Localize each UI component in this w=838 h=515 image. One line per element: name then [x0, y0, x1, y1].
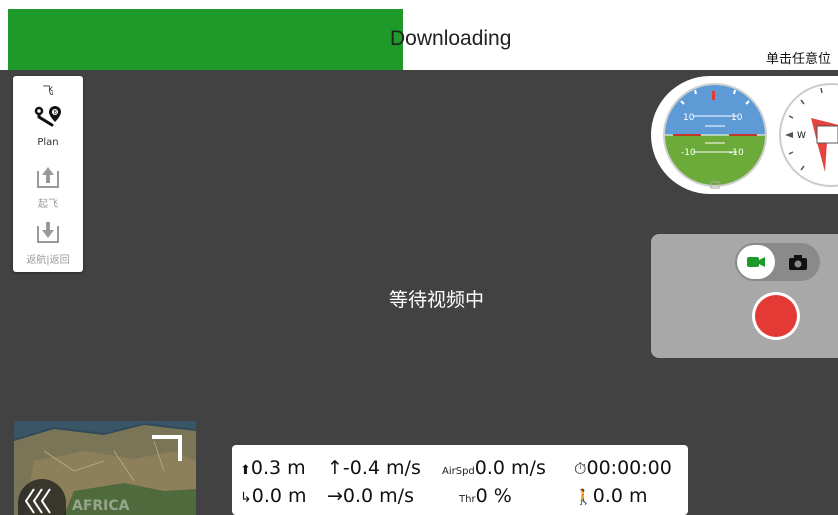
home-path-icon: ↳ — [240, 490, 252, 506]
photo-camera-icon — [789, 255, 807, 270]
vertical-speed-arrow-icon: ↑ — [327, 457, 343, 479]
video-camera-icon — [747, 257, 765, 267]
throttle-readout: Thr0 % — [459, 485, 512, 507]
attitude-label-up-right: 10 — [731, 113, 743, 123]
map-collapse-button[interactable] — [18, 479, 66, 515]
throttle-label: Thr — [459, 494, 476, 505]
mini-map[interactable]: AFRICA — [14, 421, 196, 515]
compass-west-label: W — [797, 131, 806, 141]
download-bar: Downloading 单击任意位 — [0, 0, 838, 70]
altitude-readout: ⬆0.3 m — [240, 457, 306, 479]
telemetry-panel[interactable]: ⬆0.3 m ↑-0.4 m/s AirSpd0.0 m/s ⏱00:00:00… — [232, 445, 688, 515]
return-home-icon — [37, 222, 59, 243]
video-status: 等待视频中 — [389, 289, 485, 311]
plan-label: Plan — [37, 137, 59, 148]
vertical-speed-readout: ↑-0.4 m/s — [327, 457, 421, 479]
airspeed-label: AirSpd — [442, 466, 475, 477]
download-status: Downloading — [390, 27, 512, 50]
walking-person-icon: 🚶 — [574, 488, 593, 506]
ground-speed-arrow-icon: → — [327, 485, 343, 507]
stopwatch-icon: ⏱ — [574, 459, 587, 478]
plan-route-icon: B — [34, 106, 61, 127]
takeoff-label: 起飞 — [38, 199, 58, 210]
home-distance-readout: ↳0.0 m — [240, 485, 307, 507]
record-button[interactable] — [755, 295, 797, 337]
toolbar-fly-glyph[interactable]: 飞 — [13, 82, 83, 98]
attitude-label-down-right: -10 — [729, 148, 744, 158]
hint-text: 单击任意位 — [766, 52, 832, 67]
map-region-label: AFRICA — [72, 498, 130, 514]
video-mode-option[interactable] — [737, 245, 775, 279]
download-progress-fill — [8, 9, 403, 70]
attitude-label-up-left: 10 — [683, 113, 695, 123]
altitude-up-arrow-icon: ⬆ — [240, 463, 251, 478]
airspeed-readout: AirSpd0.0 m/s — [442, 457, 546, 479]
compass: W — [779, 83, 838, 187]
triple-chevron-left-icon — [24, 488, 51, 514]
flight-time-readout: ⏱00:00:00 — [574, 457, 672, 479]
fly-toolbar: 飞 B Plan 起飞 返航|返回 — [13, 76, 83, 272]
rtl-label: 返航|返回 — [26, 255, 70, 266]
ground-speed-readout: →0.0 m/s — [327, 485, 414, 507]
distance-readout: 🚶0.0 m — [574, 485, 648, 507]
svg-text:B: B — [54, 110, 58, 116]
instrument-graphics: 10 10 -10 -10 W — [663, 83, 838, 189]
takeoff-arrow-icon — [37, 167, 59, 188]
photo-mode-option[interactable] — [785, 250, 811, 274]
attitude-label-down-left: -10 — [681, 148, 696, 158]
map-expand-icon[interactable] — [148, 431, 188, 465]
attitude-indicator: 10 10 -10 -10 — [663, 83, 767, 189]
